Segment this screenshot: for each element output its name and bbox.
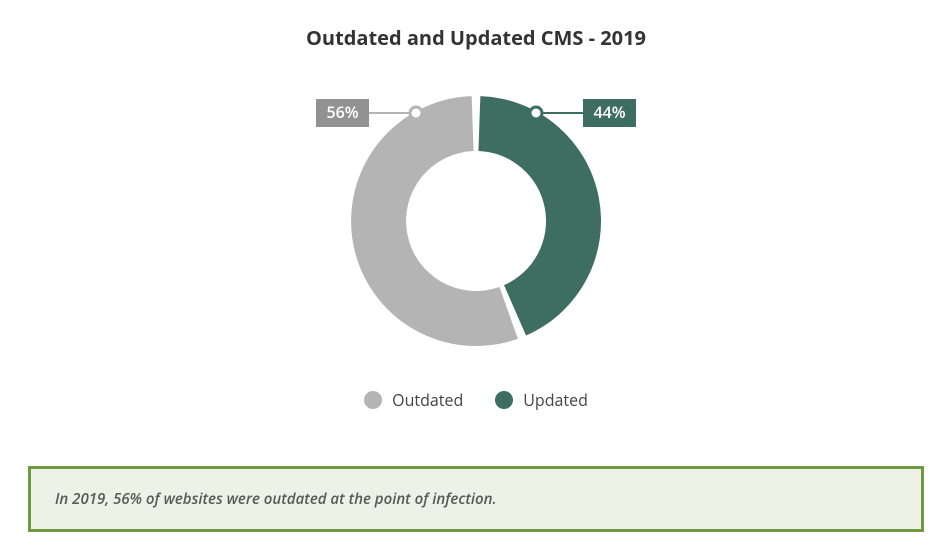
legend-item-updated: Updated <box>495 389 588 411</box>
label-updated: 44% <box>593 101 625 123</box>
donut-chart: 56% 44% Outdated Updated <box>0 51 952 411</box>
legend-label-outdated: Outdated <box>392 389 463 411</box>
swatch-outdated <box>364 391 382 409</box>
caption-text: In 2019, 56% of websites were outdated a… <box>55 489 497 509</box>
donut-svg: 56% 44% <box>196 51 756 381</box>
caption-box: In 2019, 56% of websites were outdated a… <box>28 466 924 532</box>
swatch-updated <box>495 391 513 409</box>
legend-item-outdated: Outdated <box>364 389 463 411</box>
label-outdated: 56% <box>326 101 358 123</box>
chart-title: Outdated and Updated CMS - 2019 <box>0 0 952 51</box>
legend: Outdated Updated <box>0 389 952 411</box>
legend-label-updated: Updated <box>523 389 588 411</box>
